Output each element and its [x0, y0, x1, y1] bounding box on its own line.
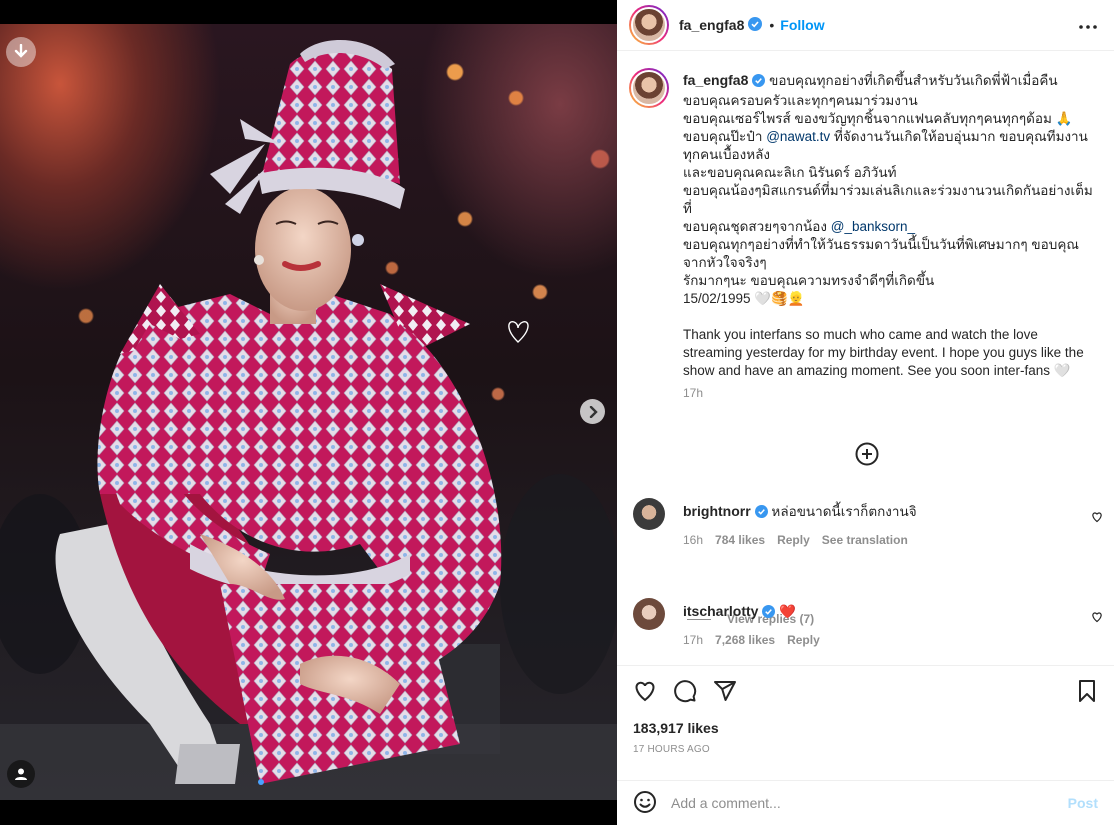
carousel-dot-active: [258, 779, 264, 785]
caption-english: Thank you interfans so much who came and…: [683, 327, 1084, 378]
caption-line: รักมากๆนะ ขอบคุณความทรงจำดีๆที่เกิดขึ้น: [683, 273, 935, 288]
comments-area[interactable]: fa_engfa8 ขอบคุณทุกอย่างที่เกิดขึ้นสำหรั…: [617, 52, 1114, 664]
caption-line: ขอบคุณป๊ะป๋า: [683, 129, 763, 144]
verified-badge-icon: [752, 74, 766, 92]
commenter-avatar[interactable]: [633, 498, 665, 530]
download-icon[interactable]: [6, 37, 36, 67]
save-bookmark-icon[interactable]: [1076, 679, 1098, 706]
mention-link[interactable]: @nawat.tv: [766, 129, 830, 144]
next-slide-button[interactable]: [580, 399, 605, 424]
mention-link[interactable]: @_banksorn_: [831, 219, 915, 234]
caption-line: ขอบคุณชุดสวยๆจากน้อง: [683, 219, 827, 234]
author-avatar[interactable]: [629, 5, 669, 45]
comment-composer: Add a comment... Post: [617, 780, 1114, 825]
caption-line: ขอบคุณครอบครัวและทุกๆคนมาร่วมงาน: [683, 93, 918, 108]
caption-line: และขอบคุณคณะลิเก นิรันดร์ อภิวันท์: [683, 165, 897, 180]
post-details-panel: fa_engfa8 • Follow fa_engfa8 ขอบคุณทุกอย…: [617, 0, 1114, 825]
like-comment-heart-icon[interactable]: [1091, 610, 1103, 626]
reply-button[interactable]: Reply: [787, 633, 820, 647]
comment-likes[interactable]: 7,268 likes: [715, 633, 775, 647]
like-comment-heart-icon[interactable]: [1091, 510, 1103, 526]
performer-image: [0, 40, 617, 800]
comment-text: หล่อขนาดนี้เราก็ตกงานจิ: [771, 504, 917, 519]
comment-time: 17h: [683, 633, 704, 647]
likes-count[interactable]: 183,917 likes: [633, 720, 1098, 736]
caption: fa_engfa8 ขอบคุณทุกอย่างที่เกิดขึ้นสำหรั…: [617, 52, 1114, 402]
comment-item: itscharlotty ❤️ 17h 7,268 likes Reply: [633, 598, 1103, 647]
caption-line: ที่จัดงานวันเกิดให้อบอุ่นมาก ขอบคุณทีมงา…: [833, 129, 1088, 144]
post-actions: 183,917 likes 17 HOURS AGO: [617, 665, 1114, 755]
caption-line: ขอบคุณเซอร์ไพรส์ ของขวัญทุกชิ้นจากแฟนคลั…: [683, 111, 1073, 126]
caption-avatar[interactable]: [629, 68, 669, 108]
caption-line: ทุกคนเบื้องหลัง: [683, 147, 770, 162]
post-timestamp: 17 HOURS AGO: [633, 744, 710, 755]
comment-time: 16h: [683, 533, 704, 547]
more-options-icon[interactable]: [1078, 17, 1098, 33]
verified-badge-icon: [762, 605, 776, 623]
comment-item: brightnorr หล่อขนาดนี้เราก็ตกงานจิ 16h 7…: [633, 498, 1103, 547]
post-media: [0, 0, 617, 825]
caption-line: 15/02/1995 🤍🥞👱: [683, 291, 805, 306]
post-photo[interactable]: [0, 24, 617, 800]
commenter-avatar[interactable]: [633, 598, 665, 630]
like-heart-icon[interactable]: [633, 679, 657, 706]
tagged-user-icon[interactable]: [7, 760, 35, 788]
post-header: fa_engfa8 • Follow: [617, 0, 1114, 51]
caption-body: fa_engfa8 ขอบคุณทุกอย่างที่เกิดขึ้นสำหรั…: [683, 71, 1093, 402]
emoji-icon[interactable]: [633, 790, 657, 817]
header-separator: •: [769, 17, 775, 33]
caption-time: 17h: [683, 386, 704, 400]
verified-badge-icon: [754, 505, 768, 523]
caption-line: ขอบคุณทุกอย่างที่เกิดขึ้นสำหรับวันเกิดพี…: [769, 73, 1058, 88]
reply-button[interactable]: Reply: [777, 533, 810, 547]
follow-button[interactable]: Follow: [780, 17, 824, 33]
caption-line: ที่: [683, 201, 692, 216]
caption-line: จากหัวใจจริงๆ: [683, 255, 767, 270]
commenter-username[interactable]: itscharlotty: [683, 603, 758, 619]
load-more-comments-icon[interactable]: [855, 442, 879, 466]
verified-badge-icon: [748, 16, 763, 34]
caption-username[interactable]: fa_engfa8: [683, 72, 748, 88]
caption-line: ขอบคุณทุกๆอย่างที่ทำให้วันธรรมดาวันนี้เป…: [683, 237, 1079, 252]
caption-line: ขอบคุณน้องๆมิสแกรนด์ที่มาร่วมเล่นลิเกและ…: [683, 183, 1093, 198]
author-username[interactable]: fa_engfa8: [679, 17, 744, 33]
comment-input[interactable]: Add a comment...: [671, 795, 1068, 811]
comment-text: ❤️: [779, 604, 797, 619]
comment-bubble-icon[interactable]: [673, 679, 697, 706]
comment-likes[interactable]: 784 likes: [715, 533, 765, 547]
post-comment-button[interactable]: Post: [1068, 795, 1098, 811]
share-send-icon[interactable]: [713, 679, 737, 706]
commenter-username[interactable]: brightnorr: [683, 503, 751, 519]
see-translation-button[interactable]: See translation: [822, 533, 908, 547]
